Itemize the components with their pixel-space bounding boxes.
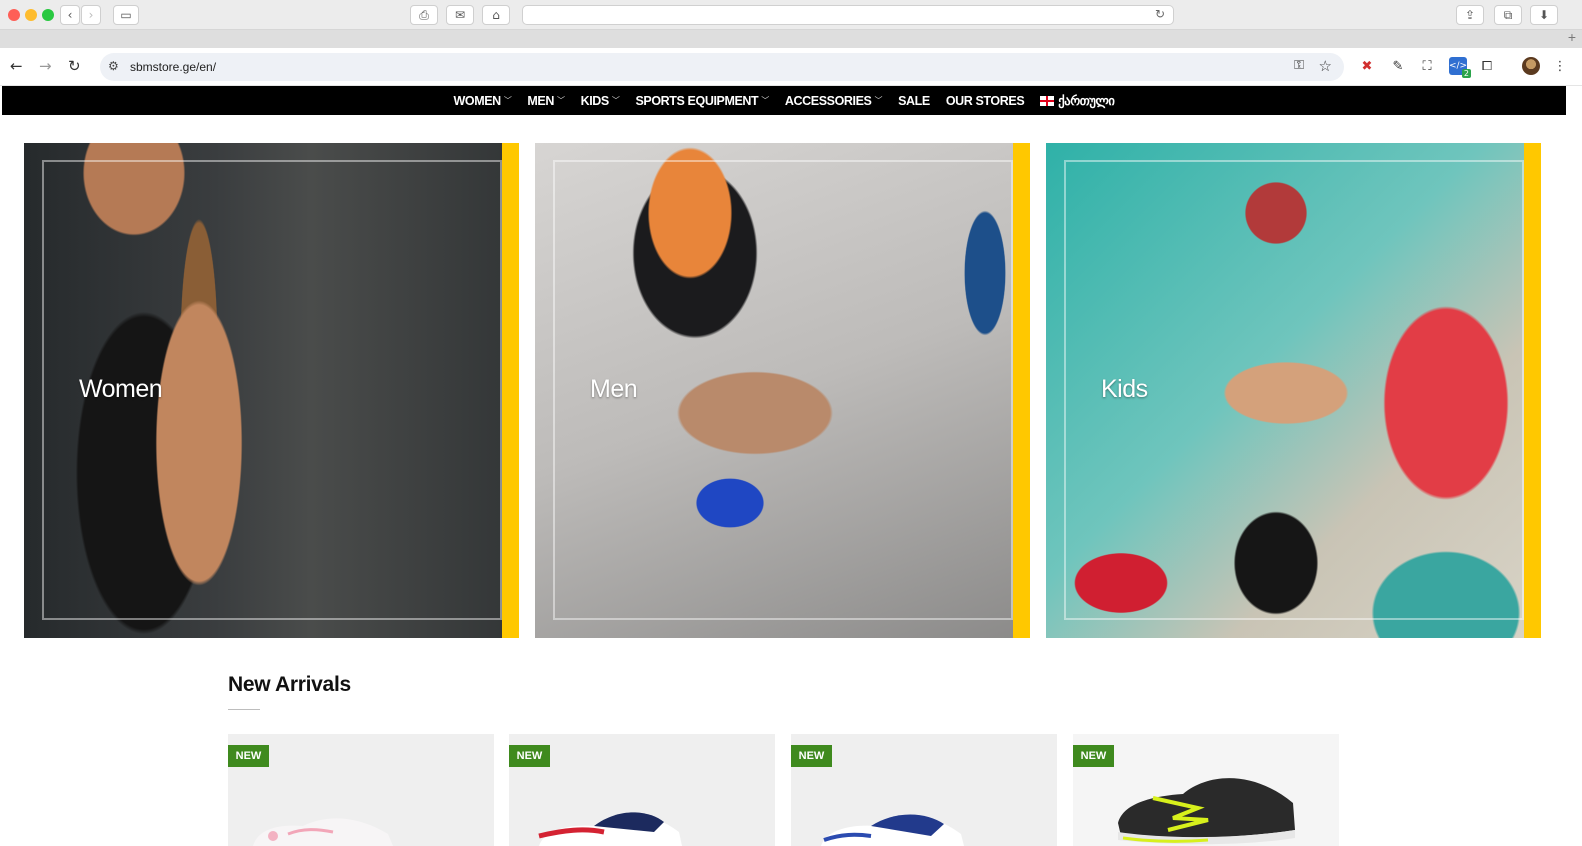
nav-item-accessories[interactable]: ACCESSORIES ﹀: [784, 93, 883, 108]
title-underline: [228, 709, 260, 710]
chevron-down-icon: ﹀: [557, 96, 565, 105]
main-navigation: WOMEN ﹀ MEN ﹀ KIDS ﹀ SPORTS EQUIPMENT ﹀ ACCE…: [2, 86, 1566, 115]
accent-stripe: [1013, 143, 1030, 638]
minimize-window-button[interactable]: [25, 9, 37, 21]
os-title-bar: ‹ › ▭ ⎙ ✉ ⌂ ↻ ⇪ ⧉ ⬇: [0, 0, 1582, 30]
tabs-overview-icon[interactable]: ⧉: [1494, 5, 1522, 25]
site-settings-icon[interactable]: ⚙: [108, 59, 119, 73]
sidebar-toggle-icon[interactable]: ▭: [113, 5, 139, 25]
extension-badge: 2: [1461, 69, 1471, 78]
new-badge: NEW: [1073, 745, 1114, 767]
print-icon[interactable]: ⎙: [410, 5, 438, 25]
category-label: Women: [79, 375, 163, 403]
chevron-down-icon: ﹀: [611, 96, 620, 105]
chevron-down-icon: ﹀: [761, 96, 769, 105]
close-window-button[interactable]: [8, 9, 20, 21]
screenshot-icon[interactable]: ⛶: [1418, 57, 1436, 75]
zoom-window-button[interactable]: [42, 9, 54, 21]
product-shoe-image: [253, 818, 393, 846]
address-bar[interactable]: ⚙ sbmstore.ge/en/ ⚿ ☆: [100, 53, 1344, 81]
georgia-flag-icon: [1040, 95, 1055, 106]
category-label: Men: [590, 375, 638, 403]
extension-counter-icon[interactable]: </> 2: [1449, 57, 1471, 78]
product-card[interactable]: NEW: [509, 734, 775, 846]
profile-avatar[interactable]: [1522, 57, 1540, 75]
share-icon[interactable]: ⇪: [1456, 5, 1484, 25]
nav-item-kids[interactable]: KIDS ﹀: [581, 94, 620, 108]
category-banner-kids[interactable]: Kids: [1046, 143, 1541, 638]
nav-item-sports-equipment[interactable]: SPORTS EQUIPMENT ﹀: [635, 93, 769, 108]
nav-item-men[interactable]: MEN ﹀: [527, 93, 565, 108]
new-tab-icon[interactable]: +: [1568, 29, 1576, 45]
category-banner-women[interactable]: Women: [24, 143, 519, 638]
extensions-icon[interactable]: ⧠: [1478, 57, 1496, 75]
downloads-icon[interactable]: ⬇: [1530, 5, 1558, 25]
product-shoe-image: [1118, 778, 1295, 845]
mac-reload-icon[interactable]: ↻: [1155, 7, 1165, 21]
back-arrow-icon[interactable]: ←: [10, 57, 23, 75]
eyedropper-icon[interactable]: ✎: [1389, 57, 1407, 75]
tab-strip: +: [0, 29, 1582, 48]
nav-label: MEN: [527, 93, 554, 108]
new-badge: NEW: [791, 745, 832, 767]
product-card[interactable]: NEW: [791, 734, 1057, 846]
section-title-new-arrivals: New Arrivals: [228, 673, 351, 696]
chevron-down-icon: ﹀: [874, 96, 883, 105]
nav-label: WOMEN: [453, 93, 502, 108]
product-card[interactable]: NEW: [228, 734, 494, 846]
nav-label: SALE: [898, 93, 930, 108]
language-switch[interactable]: ქართული: [1040, 93, 1115, 108]
extension-puzzle-x-icon[interactable]: ✖: [1358, 57, 1376, 75]
product-card[interactable]: NEW: [1073, 734, 1339, 846]
accent-stripe: [502, 143, 519, 638]
forward-arrow-icon[interactable]: →: [39, 57, 52, 75]
reload-icon[interactable]: ↻: [68, 57, 81, 75]
password-key-icon[interactable]: ⚿: [1294, 58, 1304, 73]
product-shoe-image: [538, 812, 682, 846]
browser-toolbar: ← → ↻ ⚙ sbmstore.ge/en/ ⚿ ☆ ✖ ✎ ⛶ </> 2 ⧠…: [0, 48, 1582, 86]
nav-item-women[interactable]: WOMEN ﹀: [454, 94, 512, 108]
mac-back-icon[interactable]: ‹: [60, 5, 80, 25]
accent-stripe: [1524, 143, 1541, 638]
mail-icon[interactable]: ✉: [446, 5, 474, 25]
new-badge: NEW: [509, 745, 550, 767]
new-badge: NEW: [228, 745, 269, 767]
mac-address-field[interactable]: ↻: [522, 5, 1174, 25]
mac-forward-icon[interactable]: ›: [81, 5, 101, 25]
category-label: Kids: [1101, 375, 1148, 403]
product-shoe-image: [821, 814, 964, 846]
url-text[interactable]: sbmstore.ge/en/: [130, 60, 216, 74]
nav-item-our-stores[interactable]: OUR STORES: [945, 93, 1025, 108]
nav-label: SPORTS EQUIPMENT: [635, 93, 759, 108]
bookmark-star-icon[interactable]: ☆: [1319, 57, 1332, 75]
nav-label: OUR STORES: [945, 93, 1025, 108]
browser-menu-icon[interactable]: ⋮: [1551, 57, 1569, 75]
chevron-down-icon: ﹀: [503, 96, 512, 105]
nav-label: KIDS: [580, 93, 610, 108]
language-label: ქართული: [1058, 94, 1115, 108]
nav-item-sale[interactable]: SALE: [898, 94, 930, 108]
home-icon[interactable]: ⌂: [482, 5, 510, 25]
nav-label: ACCESSORIES: [784, 93, 872, 108]
category-banner-men[interactable]: Men: [535, 143, 1030, 638]
